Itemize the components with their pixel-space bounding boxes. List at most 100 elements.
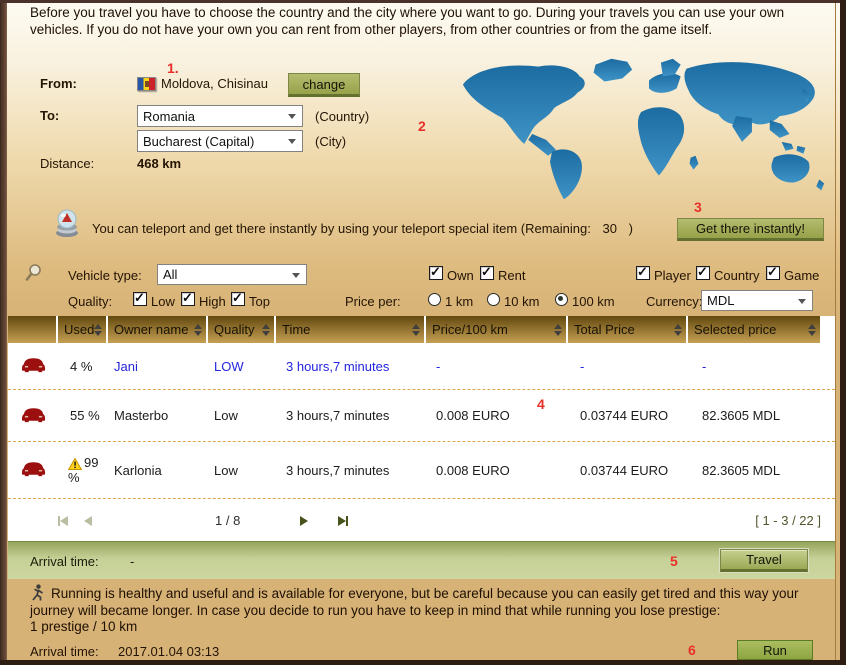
page-indicator: 1 / 8 bbox=[215, 513, 241, 528]
total-cell: 0.03744 EURO bbox=[580, 462, 669, 478]
header-owner-name[interactable]: Owner name bbox=[108, 316, 206, 343]
car-icon bbox=[8, 406, 56, 426]
rent-checkbox[interactable] bbox=[480, 264, 494, 280]
annotation-5: 5 bbox=[670, 553, 678, 569]
selected-cell: 82.3605 MDL bbox=[702, 408, 781, 423]
right-inner-line bbox=[835, 0, 836, 665]
run-arrival-label: Arrival time: bbox=[30, 644, 99, 659]
change-button[interactable]: change bbox=[288, 73, 360, 97]
last-page-icon[interactable] bbox=[338, 516, 348, 526]
table-row[interactable]: 55 % Masterbo Low 3 hours,7 minutes 0.00… bbox=[8, 390, 835, 442]
sort-icon[interactable] bbox=[262, 324, 270, 336]
travel-button[interactable]: Travel bbox=[720, 549, 808, 572]
total-cell: - bbox=[580, 358, 585, 374]
own-label: Own bbox=[447, 268, 474, 283]
currency-select[interactable]: MDL bbox=[701, 290, 813, 311]
teleport-button[interactable]: Get there instantly! bbox=[677, 218, 824, 241]
prestige-line: 1 prestige / 10 km bbox=[30, 619, 138, 634]
search-icon bbox=[25, 264, 41, 281]
quality-cell: Low bbox=[214, 408, 238, 423]
pagination: 1 / 8 [ 1 - 3 / 22 ] bbox=[8, 499, 835, 543]
quality-low-checkbox[interactable] bbox=[133, 290, 147, 306]
top-border bbox=[0, 0, 846, 3]
from-value: Moldova, Chisinau bbox=[161, 76, 268, 91]
header-icon-col bbox=[8, 316, 56, 343]
price-per-1km-radio[interactable] bbox=[428, 293, 441, 306]
left-border bbox=[0, 0, 7, 665]
vehicle-type-label: Vehicle type: bbox=[68, 268, 142, 283]
travel-page: Before you travel you have to choose the… bbox=[0, 0, 846, 665]
price-per-100km-label: 100 km bbox=[572, 294, 615, 309]
to-label: To: bbox=[40, 108, 60, 123]
prev-page-icon[interactable] bbox=[84, 516, 92, 526]
arrival-time-value: - bbox=[130, 554, 135, 569]
car-icon bbox=[8, 356, 56, 376]
run-button[interactable]: Run bbox=[737, 640, 813, 662]
country-select[interactable]: Romania bbox=[137, 105, 303, 127]
player-checkbox[interactable] bbox=[636, 264, 650, 280]
sort-icon[interactable] bbox=[808, 324, 816, 336]
game-label: Game bbox=[784, 268, 820, 283]
distance-value: 468 km bbox=[137, 156, 182, 171]
running-man-icon bbox=[32, 584, 43, 601]
quality-high-checkbox[interactable] bbox=[181, 290, 195, 306]
first-page-icon[interactable] bbox=[58, 516, 68, 526]
total-cell: 0.03744 EURO bbox=[580, 408, 669, 423]
annotation-3: 3 bbox=[694, 199, 702, 215]
sort-icon[interactable] bbox=[94, 324, 102, 336]
quality-cell: LOW bbox=[214, 358, 244, 374]
travel-bar: Arrival time: - Travel bbox=[8, 541, 835, 579]
table-row[interactable]: 99 % Karlonia Low 3 hours,7 minutes 0.00… bbox=[8, 442, 835, 499]
car-icon bbox=[8, 460, 56, 480]
header-price-100km[interactable]: Price/100 km bbox=[426, 316, 566, 343]
currency-label: Currency: bbox=[646, 294, 703, 309]
header-quality[interactable]: Quality bbox=[208, 316, 274, 343]
price-per-10km-label: 10 km bbox=[504, 294, 540, 309]
time-cell: 3 hours,7 minutes bbox=[286, 462, 390, 478]
rent-label: Rent bbox=[498, 268, 526, 283]
moldova-flag-icon bbox=[137, 77, 156, 91]
header-time[interactable]: Time bbox=[276, 316, 424, 343]
run-info-text: Running is healthy and useful and is ava… bbox=[30, 584, 799, 618]
time-cell: 3 hours,7 minutes bbox=[286, 408, 390, 423]
used-cell: 99 % bbox=[68, 455, 99, 485]
sort-icon[interactable] bbox=[554, 324, 562, 336]
price-per-10km-radio[interactable] bbox=[487, 293, 500, 306]
owner-cell[interactable]: Jani bbox=[108, 359, 206, 374]
quality-cell: Low bbox=[214, 462, 238, 478]
game-checkbox[interactable] bbox=[766, 264, 780, 280]
vehicle-type-select[interactable]: All bbox=[157, 264, 307, 285]
quality-top-checkbox[interactable] bbox=[231, 290, 245, 306]
arrival-time-label: Arrival time: bbox=[30, 554, 99, 569]
annotation-2: 2 bbox=[418, 118, 426, 134]
sort-icon[interactable] bbox=[674, 324, 682, 336]
range-indicator: [ 1 - 3 / 22 ] bbox=[755, 513, 821, 528]
header-total-price[interactable]: Total Price bbox=[568, 316, 686, 343]
owner-cell[interactable]: Karlonia bbox=[108, 463, 206, 478]
price-per-100km-radio[interactable] bbox=[555, 293, 568, 306]
country-hint: (Country) bbox=[315, 109, 370, 124]
used-cell: 4 % bbox=[70, 358, 93, 374]
table-row[interactable]: 4 % Jani LOW 3 hours,7 minutes - - - bbox=[8, 343, 835, 390]
warning-icon bbox=[68, 458, 82, 470]
own-checkbox[interactable] bbox=[429, 264, 443, 280]
owner-cell[interactable]: Masterbo bbox=[108, 408, 206, 423]
next-page-icon[interactable] bbox=[300, 516, 308, 526]
header-used[interactable]: Used bbox=[58, 316, 106, 343]
used-cell: 55 % bbox=[70, 408, 100, 423]
sort-icon[interactable] bbox=[412, 324, 420, 336]
city-select[interactable]: Bucharest (Capital) bbox=[137, 130, 303, 152]
city-hint: (City) bbox=[315, 134, 347, 149]
sort-icon[interactable] bbox=[194, 324, 202, 336]
annotation-6: 6 bbox=[688, 642, 696, 658]
quality-top-label: Top bbox=[249, 294, 270, 309]
country-checkbox[interactable] bbox=[696, 264, 710, 280]
world-map bbox=[462, 58, 825, 200]
quality-low-label: Low bbox=[151, 294, 175, 309]
teleport-item-icon bbox=[56, 209, 78, 237]
selected-cell: - bbox=[702, 358, 707, 374]
annotation-4: 4 bbox=[537, 396, 545, 412]
table-header-row: Used Owner name Quality Time Price/100 k… bbox=[8, 316, 835, 343]
header-selected-price[interactable]: Selected price bbox=[688, 316, 820, 343]
country-label: Country bbox=[714, 268, 760, 283]
